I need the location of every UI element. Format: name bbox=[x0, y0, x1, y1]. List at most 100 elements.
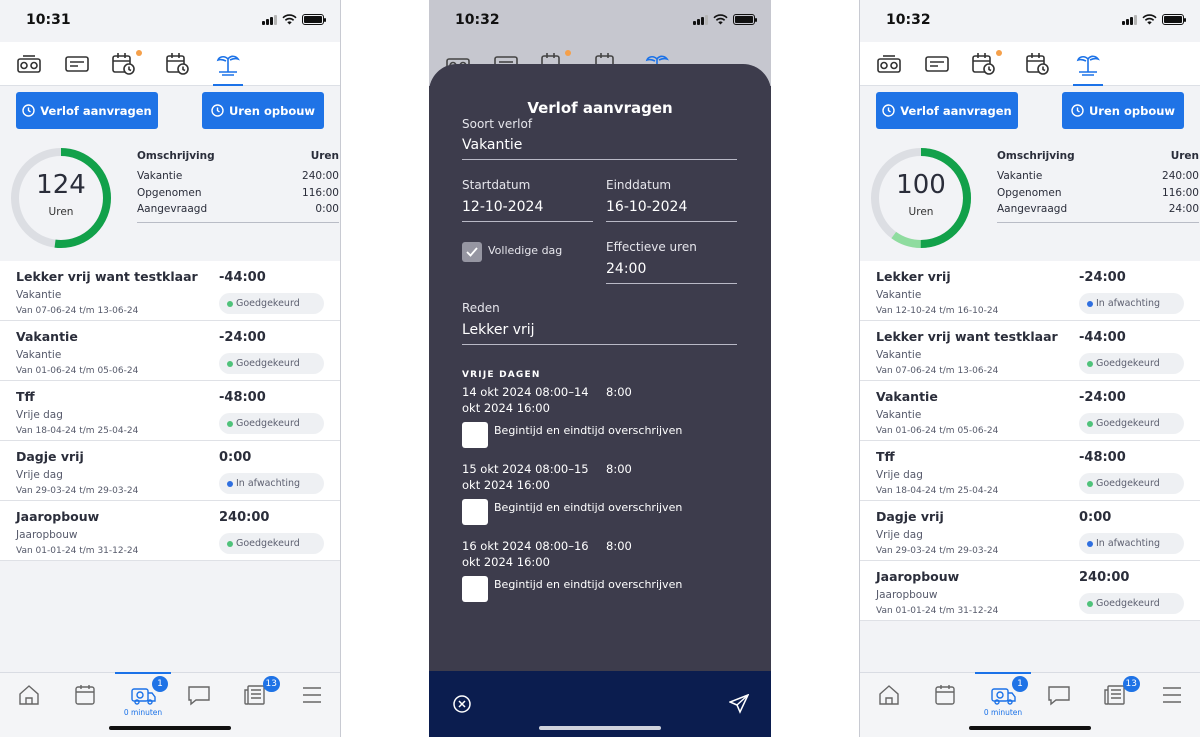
item-title: Lekker vrij want testklaar bbox=[16, 269, 198, 284]
phone-screen-request-modal: 10:32 Verlof aanvragen Soort verlof Vaka… bbox=[429, 0, 771, 737]
table-header-desc: Omschrijving bbox=[137, 150, 215, 162]
send-icon[interactable] bbox=[729, 694, 749, 714]
nav-hours-icon[interactable] bbox=[1024, 50, 1052, 78]
end-date-field[interactable]: 16-10-2024 bbox=[606, 199, 737, 222]
tab-menu-icon[interactable] bbox=[299, 683, 325, 707]
home-indicator bbox=[539, 726, 661, 730]
item-title: Vakantie bbox=[16, 329, 78, 344]
item-dates: Van 18-04-24 t/m 25-04-24 bbox=[16, 426, 139, 436]
status-badge: Goedgekeurd bbox=[219, 533, 324, 554]
item-title: Dagje vrij bbox=[876, 509, 944, 524]
status-badge: Goedgekeurd bbox=[219, 413, 324, 434]
status-badge: Goedgekeurd bbox=[219, 293, 324, 314]
reason-label: Reden bbox=[462, 301, 500, 315]
override-time-label: Begintijd en eindtijd overschrijven bbox=[494, 501, 683, 514]
list-item[interactable]: Jaaropbouw Jaaropbouw Van 01-01-24 t/m 31-… bbox=[860, 561, 1200, 621]
nav-schedule-icon[interactable] bbox=[110, 50, 142, 78]
tab-calendar-icon[interactable] bbox=[72, 683, 98, 707]
list-item[interactable]: Jaaropbouw Jaaropbouw Van 01-01-24 t/m 31-… bbox=[0, 501, 340, 561]
signal-icon bbox=[1122, 14, 1137, 25]
nav-leave-icon[interactable] bbox=[1073, 50, 1103, 86]
full-day-checkbox[interactable] bbox=[462, 242, 482, 262]
tab-badge: 13 bbox=[262, 676, 280, 692]
nav-hours-icon[interactable] bbox=[164, 50, 192, 78]
home-indicator bbox=[969, 726, 1091, 730]
hours-accrual-button[interactable]: Uren opbouw bbox=[1062, 92, 1184, 129]
start-date-field[interactable]: 12-10-2024 bbox=[462, 199, 593, 222]
list-item[interactable]: Dagje vrij Vrije dag Van 29-03-24 t/m 29-0… bbox=[0, 441, 340, 501]
reason-input[interactable]: Lekker vrij bbox=[462, 322, 737, 345]
item-hours: -24:00 bbox=[1079, 390, 1126, 405]
request-leave-button[interactable]: Verlof aanvragen bbox=[16, 92, 158, 129]
close-icon[interactable] bbox=[453, 695, 471, 713]
status-badge: Goedgekeurd bbox=[1079, 473, 1184, 494]
nav-timeclock-icon[interactable] bbox=[875, 50, 903, 78]
status-icons bbox=[262, 14, 326, 25]
status-bar: 10:32 bbox=[860, 0, 1200, 42]
effective-hours-field[interactable]: 24:00 bbox=[606, 261, 737, 284]
request-leave-button[interactable]: Verlof aanvragen bbox=[876, 92, 1018, 129]
table-row-value: 116:00 bbox=[302, 186, 339, 199]
leave-type-select[interactable]: Vakantie bbox=[462, 137, 737, 160]
request-leave-label: Verlof aanvragen bbox=[900, 103, 1012, 118]
tab-news-icon[interactable]: 13 bbox=[242, 676, 280, 707]
notification-dot bbox=[565, 50, 571, 56]
clock-icon bbox=[1071, 104, 1084, 117]
bottom-tab-bar: 1 0 minuten 13 bbox=[0, 672, 340, 737]
list-item[interactable]: Tff Vrije dag Van 18-04-24 t/m 25-04-24 -48… bbox=[0, 381, 340, 441]
list-item[interactable]: Tff Vrije dag Van 18-04-24 t/m 25-04-24 -48… bbox=[860, 441, 1200, 501]
item-hours: -48:00 bbox=[219, 390, 266, 405]
item-title: Tff bbox=[16, 389, 35, 404]
tab-chat-icon[interactable] bbox=[1046, 683, 1072, 707]
nav-leave-icon[interactable] bbox=[213, 50, 243, 86]
item-hours: -48:00 bbox=[1079, 450, 1126, 465]
tab-home-icon[interactable] bbox=[876, 683, 902, 707]
nav-timeclock-icon[interactable] bbox=[15, 50, 43, 78]
wifi-icon bbox=[713, 14, 728, 25]
tab-timeclock-icon[interactable]: 1 0 minuten bbox=[115, 672, 171, 717]
item-type: Vakantie bbox=[876, 409, 922, 421]
override-time-checkbox[interactable] bbox=[462, 576, 488, 602]
nav-card-icon[interactable] bbox=[923, 50, 951, 78]
status-icons bbox=[693, 14, 757, 25]
start-date-label: Startdatum bbox=[462, 178, 531, 192]
top-nav bbox=[860, 42, 1200, 86]
override-time-checkbox[interactable] bbox=[462, 422, 488, 448]
home-indicator bbox=[109, 726, 231, 730]
notification-dot bbox=[996, 50, 1002, 56]
table-row-value: 24:00 bbox=[1168, 203, 1199, 215]
tab-news-icon[interactable]: 13 bbox=[1102, 676, 1140, 707]
list-item[interactable]: Lekker vrij Vakantie Van 12-10-24 t/m 16-1… bbox=[860, 261, 1200, 321]
list-item[interactable]: Lekker vrij want testklaar Vakantie Van 07… bbox=[0, 261, 340, 321]
tab-home-icon[interactable] bbox=[16, 683, 42, 707]
table-row-label: Vakantie bbox=[137, 170, 183, 182]
day-hours: 8:00 bbox=[606, 462, 632, 476]
nav-card-icon[interactable] bbox=[63, 50, 91, 78]
hours-accrual-button[interactable]: Uren opbouw bbox=[202, 92, 324, 129]
item-type: Vrije dag bbox=[16, 409, 63, 421]
tab-badge: 1 bbox=[152, 676, 168, 692]
table-header-hours: Uren bbox=[1170, 150, 1199, 162]
list-item[interactable]: Dagje vrij Vrije dag Van 29-03-24 t/m 29-0… bbox=[860, 501, 1200, 561]
tab-menu-icon[interactable] bbox=[1159, 683, 1185, 707]
day-range-line2: okt 2024 16:00 bbox=[462, 555, 550, 569]
item-type: Vrije dag bbox=[876, 469, 923, 481]
table-row-value: 116:00 bbox=[1162, 186, 1199, 199]
tab-chat-icon[interactable] bbox=[186, 683, 212, 707]
status-bar: 10:32 bbox=[429, 0, 771, 42]
tab-calendar-icon[interactable] bbox=[932, 683, 958, 707]
tab-timeclock-icon[interactable]: 1 0 minuten bbox=[975, 672, 1031, 717]
list-item[interactable]: Vakantie Vakantie Van 01-06-24 t/m 05-06-2… bbox=[0, 321, 340, 381]
table-row-label: Aangevraagd bbox=[997, 203, 1068, 215]
phone-screen-overview-updated: 10:32 Verlof aanvragen Uren opbouw 100 U… bbox=[859, 0, 1200, 737]
nav-schedule-icon[interactable] bbox=[970, 50, 1002, 78]
item-type: Vrije dag bbox=[16, 469, 63, 481]
day-range-line2: okt 2024 16:00 bbox=[462, 401, 550, 415]
item-title: Dagje vrij bbox=[16, 449, 84, 464]
override-time-checkbox[interactable] bbox=[462, 499, 488, 525]
item-title: Jaaropbouw bbox=[876, 569, 960, 584]
item-dates: Van 29-03-24 t/m 29-03-24 bbox=[16, 486, 139, 496]
effective-hours-label: Effectieve uren bbox=[606, 240, 697, 254]
list-item[interactable]: Vakantie Vakantie Van 01-06-24 t/m 05-06-2… bbox=[860, 381, 1200, 441]
list-item[interactable]: Lekker vrij want testklaar Vakantie Van 07… bbox=[860, 321, 1200, 381]
